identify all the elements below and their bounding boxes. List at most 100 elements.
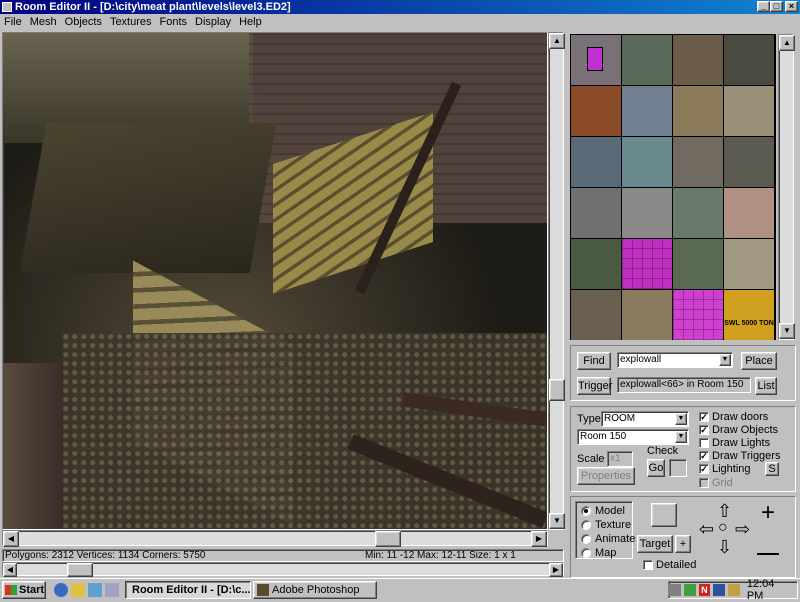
draw-objects-checkbox[interactable]: ✓ Draw Objects <box>699 424 778 436</box>
texture-tile[interactable] <box>673 35 723 85</box>
texture-tile[interactable] <box>673 188 723 238</box>
texture-tile[interactable] <box>724 188 774 238</box>
chevron-down-icon[interactable]: ▼ <box>675 413 687 425</box>
display-icon[interactable] <box>713 584 726 596</box>
task-photoshop[interactable]: Adobe Photoshop <box>253 580 377 599</box>
texture-tile[interactable] <box>571 86 621 136</box>
texture-tile[interactable] <box>571 188 621 238</box>
list-button[interactable]: List <box>755 377 777 395</box>
zoom-in-icon[interactable]: + <box>761 501 775 525</box>
menu-mesh[interactable]: Mesh <box>30 16 57 28</box>
scroll-right-arrow[interactable]: ▶ <box>531 531 547 547</box>
scroll-left-arrow[interactable]: ◀ <box>3 531 19 547</box>
center-circle-icon[interactable]: ○ <box>718 519 728 537</box>
arrow-left-icon[interactable]: ⇦ <box>699 519 714 540</box>
draw-lights-checkbox[interactable]: Draw Lights <box>699 437 770 449</box>
clock[interactable]: 12:04 PM <box>747 578 793 602</box>
texture-tile[interactable] <box>724 239 774 289</box>
task-photoshop-label: Adobe Photoshop <box>272 583 360 596</box>
texture-tile[interactable] <box>673 86 723 136</box>
target-button[interactable]: Target <box>637 535 673 553</box>
network-icon[interactable] <box>683 584 696 596</box>
texture-tile[interactable] <box>724 86 774 136</box>
left-column <box>3 363 63 529</box>
mode-texture-radio[interactable]: Texture <box>581 519 631 531</box>
texture-tile[interactable]: SWL 5000 TON <box>724 290 774 340</box>
channels-icon[interactable] <box>105 582 119 597</box>
start-button[interactable]: Start <box>2 580 46 599</box>
type-combo[interactable]: ROOM ▼ <box>601 411 689 427</box>
scheduler-icon[interactable] <box>728 584 740 596</box>
task-room-editor[interactable]: Room Editor II - [D:\c... <box>125 580 251 599</box>
minimize-button[interactable]: _ <box>757 1 770 12</box>
texture-tile[interactable] <box>622 86 672 136</box>
maximize-button[interactable]: □ <box>770 1 783 12</box>
texture-tile[interactable] <box>622 137 672 187</box>
draw-triggers-checkbox[interactable]: ✓ Draw Triggers <box>699 450 780 462</box>
texture-tile[interactable] <box>724 137 774 187</box>
detailed-checkbox[interactable]: Detailed <box>643 559 696 571</box>
viewport-horizontal-scrollbar[interactable]: ◀ ▶ <box>2 530 548 547</box>
texture-tile[interactable] <box>622 188 672 238</box>
texture-tile[interactable] <box>571 137 621 187</box>
scroll-up-arrow[interactable]: ▲ <box>779 35 795 51</box>
texture-tile[interactable] <box>673 137 723 187</box>
find-button[interactable]: Find <box>577 352 611 370</box>
outlook-icon[interactable] <box>71 582 85 597</box>
scroll-down-arrow[interactable]: ▼ <box>549 513 565 529</box>
texture-palette: SWL 5000 TON <box>570 34 776 340</box>
scroll-down-arrow[interactable]: ▼ <box>779 323 795 339</box>
menu-display[interactable]: Display <box>195 16 231 28</box>
arrow-right-icon[interactable]: ⇨ <box>735 519 750 540</box>
scroll-thumb[interactable] <box>67 563 93 577</box>
s-button[interactable]: S <box>765 462 779 476</box>
texture-tile[interactable] <box>673 239 723 289</box>
volume-icon[interactable] <box>669 584 681 596</box>
find-combo[interactable]: explowall ▼ <box>617 352 733 368</box>
room-combo[interactable]: Room 150 ▼ <box>577 429 689 445</box>
lighting-checkbox[interactable]: ✓ Lighting <box>699 463 751 475</box>
mode-model-radio[interactable]: Model <box>581 505 625 517</box>
bottom-horizontal-scrollbar[interactable]: ◀ ▶ <box>2 562 564 577</box>
3d-viewport[interactable] <box>2 32 548 530</box>
desktop-icon[interactable] <box>88 582 102 597</box>
menu-fonts[interactable]: Fonts <box>160 16 188 28</box>
camera-view-button[interactable] <box>651 503 677 527</box>
texture-tile[interactable] <box>571 35 621 85</box>
texture-tile[interactable] <box>724 35 774 85</box>
internet-explorer-icon[interactable] <box>54 582 68 597</box>
trigger-button[interactable]: Trigger <box>577 377 612 395</box>
mode-map-radio[interactable]: Map <box>581 547 616 559</box>
texture-tile[interactable] <box>622 35 672 85</box>
status-counts: Polygons: 2312 Vertices: 1134 Corners: 5… <box>5 550 206 561</box>
scroll-thumb[interactable] <box>549 379 565 401</box>
texture-tile[interactable] <box>673 290 723 340</box>
texture-scrollbar[interactable]: ▲ ▼ <box>778 34 795 340</box>
menu-help[interactable]: Help <box>239 16 262 28</box>
texture-tile[interactable] <box>571 239 621 289</box>
scroll-left-arrow[interactable]: ◀ <box>3 563 17 577</box>
texture-tile[interactable] <box>571 290 621 340</box>
viewport-vertical-scrollbar[interactable]: ▲ ▼ <box>548 32 565 530</box>
menu-objects[interactable]: Objects <box>65 16 102 28</box>
place-button[interactable]: Place <box>741 352 777 370</box>
zoom-out-icon[interactable] <box>757 553 779 555</box>
go-button[interactable]: Go <box>647 459 665 477</box>
draw-objects-label: Draw Objects <box>712 424 779 436</box>
draw-doors-checkbox[interactable]: ✓ Draw doors <box>699 411 768 423</box>
close-button[interactable]: × <box>785 1 798 12</box>
scroll-thumb[interactable] <box>375 531 401 547</box>
arrow-down-icon[interactable]: ⇩ <box>717 537 732 558</box>
chevron-down-icon[interactable]: ▼ <box>675 431 687 443</box>
texture-tile[interactable] <box>622 290 672 340</box>
mode-animate-radio[interactable]: Animate <box>581 533 635 545</box>
scroll-right-arrow[interactable]: ▶ <box>549 563 563 577</box>
check-swatch[interactable] <box>669 459 687 477</box>
menu-textures[interactable]: Textures <box>110 16 152 28</box>
texture-tile[interactable] <box>622 239 672 289</box>
antivirus-icon[interactable]: N <box>698 584 711 596</box>
chevron-down-icon[interactable]: ▼ <box>719 354 731 366</box>
scroll-up-arrow[interactable]: ▲ <box>549 33 565 49</box>
menu-file[interactable]: File <box>4 16 22 28</box>
plus-button[interactable]: + <box>675 535 691 553</box>
